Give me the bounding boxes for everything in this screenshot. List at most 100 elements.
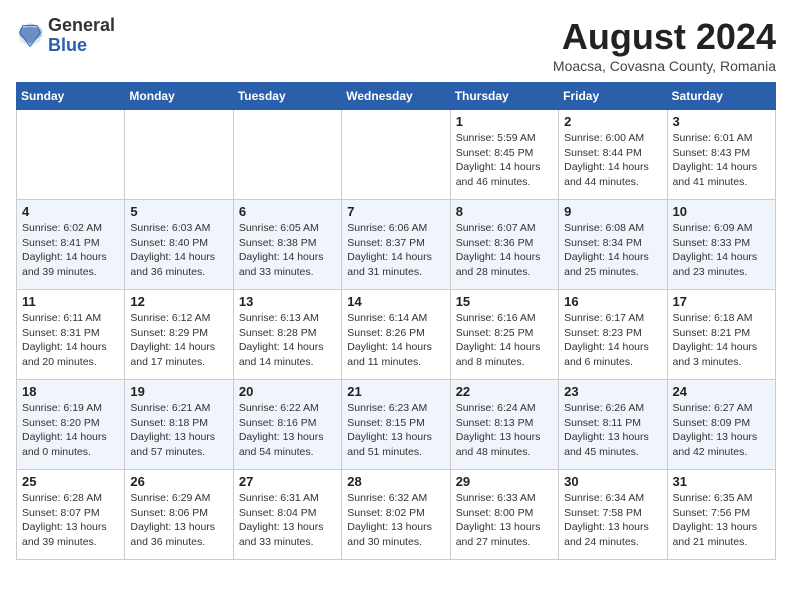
weekday-header-saturday: Saturday (667, 83, 775, 110)
calendar-cell: 21Sunrise: 6:23 AMSunset: 8:15 PMDayligh… (342, 380, 450, 470)
day-number: 7 (347, 204, 444, 219)
calendar-cell: 1Sunrise: 5:59 AMSunset: 8:45 PMDaylight… (450, 110, 558, 200)
calendar-week-1: 1Sunrise: 5:59 AMSunset: 8:45 PMDaylight… (17, 110, 776, 200)
day-number: 27 (239, 474, 336, 489)
day-number: 16 (564, 294, 661, 309)
day-info: Sunrise: 6:33 AMSunset: 8:00 PMDaylight:… (456, 491, 553, 550)
day-number: 13 (239, 294, 336, 309)
calendar-cell (125, 110, 233, 200)
calendar-cell: 29 Sunrise: 6:33 AMSunset: 8:00 PMDayligh… (450, 470, 558, 560)
calendar-cell (233, 110, 341, 200)
day-info: Sunrise: 6:06 AMSunset: 8:37 PMDaylight:… (347, 221, 444, 280)
day-number: 28 (347, 474, 444, 489)
calendar-cell: 18Sunrise: 6:19 AMSunset: 8:20 PMDayligh… (17, 380, 125, 470)
calendar-cell: 8 Sunrise: 6:07 AMSunset: 8:36 PMDaylight… (450, 200, 558, 290)
day-number: 3 (673, 114, 770, 129)
day-info: Sunrise: 6:34 AMSunset: 7:58 PMDaylight:… (564, 491, 661, 550)
day-info: Sunrise: 6:07 AMSunset: 8:36 PMDaylight:… (456, 221, 553, 280)
day-number: 12 (130, 294, 227, 309)
day-number: 11 (22, 294, 119, 309)
calendar-cell: 5 Sunrise: 6:03 AMSunset: 8:40 PMDaylight… (125, 200, 233, 290)
calendar-cell: 6 Sunrise: 6:05 AMSunset: 8:38 PMDaylight… (233, 200, 341, 290)
day-info: Sunrise: 6:12 AMSunset: 8:29 PMDaylight:… (130, 311, 227, 370)
weekday-header-wednesday: Wednesday (342, 83, 450, 110)
day-info: Sunrise: 6:05 AMSunset: 8:38 PMDaylight:… (239, 221, 336, 280)
day-info: Sunrise: 6:02 AMSunset: 8:41 PMDaylight:… (22, 221, 119, 280)
calendar-cell (17, 110, 125, 200)
day-info: Sunrise: 6:22 AMSunset: 8:16 PMDaylight:… (239, 401, 336, 460)
day-info: Sunrise: 6:14 AMSunset: 8:26 PMDaylight:… (347, 311, 444, 370)
day-number: 26 (130, 474, 227, 489)
day-number: 6 (239, 204, 336, 219)
calendar-cell: 17 Sunrise: 6:18 AMSunset: 8:21 PMDayligh… (667, 290, 775, 380)
calendar-cell: 15 Sunrise: 6:16 AMSunset: 8:25 PMDayligh… (450, 290, 558, 380)
day-info: Sunrise: 6:00 AMSunset: 8:44 PMDaylight:… (564, 131, 661, 190)
day-info: Sunrise: 6:32 AMSunset: 8:02 PMDaylight:… (347, 491, 444, 550)
day-info: Sunrise: 6:24 AMSunset: 8:13 PMDaylight:… (456, 401, 553, 460)
day-info: Sunrise: 6:35 AMSunset: 7:56 PMDaylight:… (673, 491, 770, 550)
day-number: 9 (564, 204, 661, 219)
day-info: Sunrise: 6:13 AMSunset: 8:28 PMDaylight:… (239, 311, 336, 370)
weekday-header-tuesday: Tuesday (233, 83, 341, 110)
calendar-cell: 26 Sunrise: 6:29 AMSunset: 8:06 PMDayligh… (125, 470, 233, 560)
logo-icon (16, 22, 44, 50)
day-number: 31 (673, 474, 770, 489)
day-info: Sunrise: 6:18 AMSunset: 8:21 PMDaylight:… (673, 311, 770, 370)
weekday-header-row: SundayMondayTuesdayWednesdayThursdayFrid… (17, 83, 776, 110)
calendar-cell: 23 Sunrise: 6:26 AMSunset: 8:11 PMDayligh… (559, 380, 667, 470)
day-number: 8 (456, 204, 553, 219)
calendar-cell: 3 Sunrise: 6:01 AMSunset: 8:43 PMDaylight… (667, 110, 775, 200)
calendar-cell: 28 Sunrise: 6:32 AMSunset: 8:02 PMDayligh… (342, 470, 450, 560)
calendar-cell: 2 Sunrise: 6:00 AMSunset: 8:44 PMDaylight… (559, 110, 667, 200)
calendar-cell: 4 Sunrise: 6:02 AMSunset: 8:41 PMDaylight… (17, 200, 125, 290)
calendar-title: August 2024 (553, 16, 776, 58)
calendar-cell: 22 Sunrise: 6:24 AMSunset: 8:13 PMDayligh… (450, 380, 558, 470)
day-number: 23 (564, 384, 661, 399)
weekday-header-sunday: Sunday (17, 83, 125, 110)
day-info: Sunrise: 6:11 AMSunset: 8:31 PMDaylight:… (22, 311, 119, 370)
day-number: 24 (673, 384, 770, 399)
weekday-header-friday: Friday (559, 83, 667, 110)
calendar-cell: 12 Sunrise: 6:12 AMSunset: 8:29 PMDayligh… (125, 290, 233, 380)
calendar-cell: 14 Sunrise: 6:14 AMSunset: 8:26 PMDayligh… (342, 290, 450, 380)
day-number: 25 (22, 474, 119, 489)
day-info: Sunrise: 6:01 AMSunset: 8:43 PMDaylight:… (673, 131, 770, 190)
day-number: 10 (673, 204, 770, 219)
weekday-header-thursday: Thursday (450, 83, 558, 110)
weekday-header-monday: Monday (125, 83, 233, 110)
logo-blue-text: Blue (48, 35, 87, 55)
day-number: 18 (22, 384, 119, 399)
day-number: 22 (456, 384, 553, 399)
day-info: Sunrise: 6:28 AMSunset: 8:07 PMDaylight:… (22, 491, 119, 550)
logo-general-text: General (48, 15, 115, 35)
calendar-week-3: 11 Sunrise: 6:11 AMSunset: 8:31 PMDayligh… (17, 290, 776, 380)
day-info: Sunrise: 6:03 AMSunset: 8:40 PMDaylight:… (130, 221, 227, 280)
day-number: 2 (564, 114, 661, 129)
calendar-cell: 24 Sunrise: 6:27 AMSunset: 8:09 PMDayligh… (667, 380, 775, 470)
day-info: Sunrise: 6:17 AMSunset: 8:23 PMDaylight:… (564, 311, 661, 370)
day-number: 29 (456, 474, 553, 489)
day-number: 20 (239, 384, 336, 399)
calendar-week-4: 18Sunrise: 6:19 AMSunset: 8:20 PMDayligh… (17, 380, 776, 470)
calendar-cell: 10Sunrise: 6:09 AMSunset: 8:33 PMDayligh… (667, 200, 775, 290)
calendar-week-2: 4 Sunrise: 6:02 AMSunset: 8:41 PMDaylight… (17, 200, 776, 290)
day-number: 5 (130, 204, 227, 219)
calendar-cell: 30 Sunrise: 6:34 AMSunset: 7:58 PMDayligh… (559, 470, 667, 560)
day-info: Sunrise: 6:29 AMSunset: 8:06 PMDaylight:… (130, 491, 227, 550)
title-block: August 2024 Moacsa, Covasna County, Roma… (553, 16, 776, 74)
day-number: 15 (456, 294, 553, 309)
calendar-cell: 9Sunrise: 6:08 AMSunset: 8:34 PMDaylight… (559, 200, 667, 290)
day-number: 4 (22, 204, 119, 219)
calendar-week-5: 25 Sunrise: 6:28 AMSunset: 8:07 PMDayligh… (17, 470, 776, 560)
day-info: Sunrise: 6:27 AMSunset: 8:09 PMDaylight:… (673, 401, 770, 460)
day-info: Sunrise: 6:26 AMSunset: 8:11 PMDaylight:… (564, 401, 661, 460)
day-number: 14 (347, 294, 444, 309)
day-info: Sunrise: 5:59 AMSunset: 8:45 PMDaylight:… (456, 131, 553, 190)
calendar-table: SundayMondayTuesdayWednesdayThursdayFrid… (16, 82, 776, 560)
day-number: 19 (130, 384, 227, 399)
day-number: 30 (564, 474, 661, 489)
day-info: Sunrise: 6:23 AMSunset: 8:15 PMDaylight:… (347, 401, 444, 460)
day-info: Sunrise: 6:16 AMSunset: 8:25 PMDaylight:… (456, 311, 553, 370)
calendar-cell: 25 Sunrise: 6:28 AMSunset: 8:07 PMDayligh… (17, 470, 125, 560)
day-number: 17 (673, 294, 770, 309)
